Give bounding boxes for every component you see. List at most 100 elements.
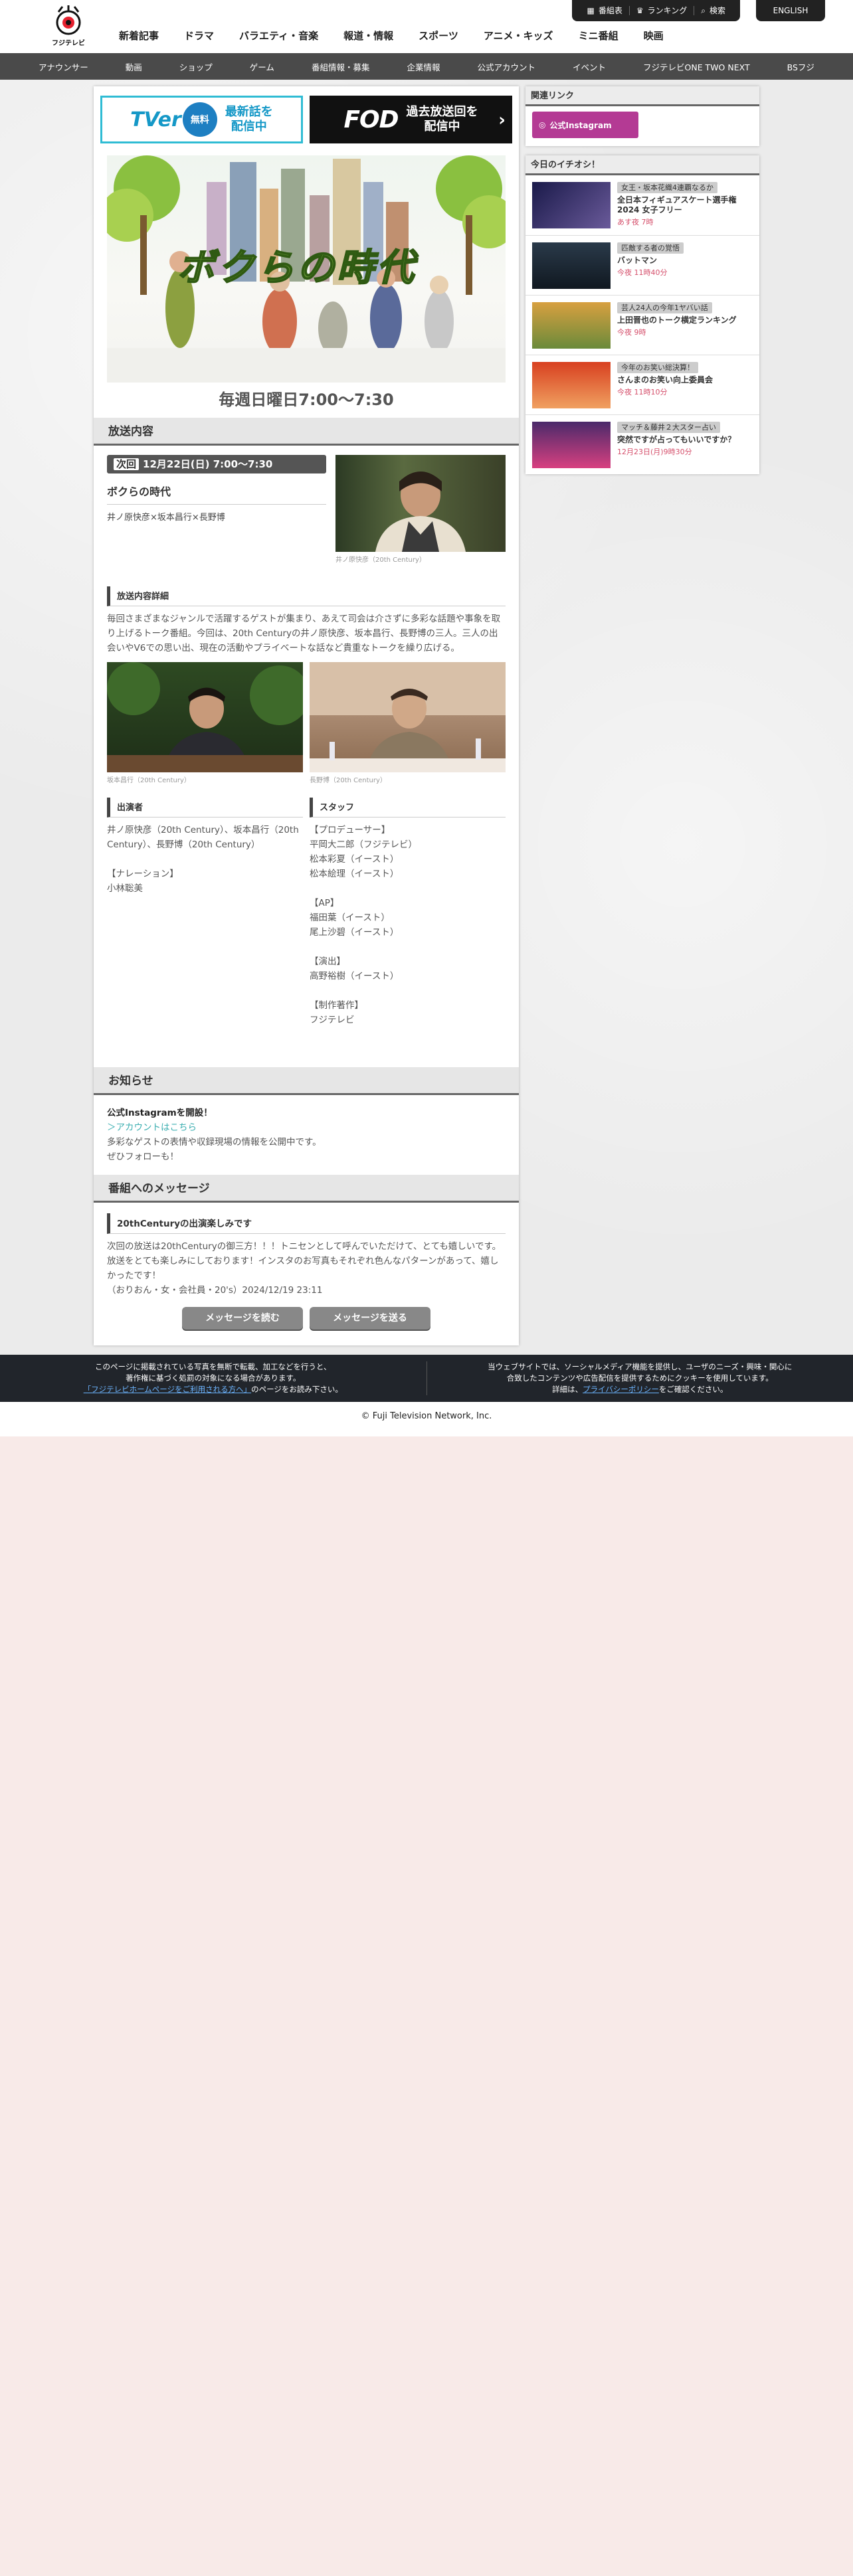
pick-title: バットマン [617, 256, 753, 266]
staff-heading: スタッフ [310, 798, 506, 817]
subnav-program-info[interactable]: 番組情報・募集 [312, 60, 370, 73]
footer-right-line1: 当ウェブサイトでは、ソーシャルメディア機能を提供し、ユーザのニーズ・興味・関心に [488, 1362, 792, 1371]
pick-item[interactable]: 女王・坂本花織4連覇なるか 全日本フィギュアスケート選手権2024 女子フリー … [525, 175, 759, 235]
credits: 出演者 井ノ原快彦（20th Century）、坂本昌行（20th Centur… [107, 798, 506, 1027]
cookie-notice: 当ウェブサイトでは、ソーシャルメディア機能を提供し、ユーザのニーズ・興味・関心に… [427, 1361, 853, 1395]
instagram-account-link[interactable]: ＞アカウントはこちら [107, 1122, 197, 1133]
spacer [94, 1027, 519, 1067]
terms-link[interactable]: 「フジテレビホームページをご利用される方へ」 [84, 1385, 251, 1394]
pick-tag: マッチ＆藤井２大スター占い [617, 422, 720, 433]
message-title: 20thCenturyの出演楽しみです [107, 1213, 506, 1234]
news-title: 公式Instagramを開設！ [107, 1106, 506, 1120]
message-body: 次回の放送は20thCenturyの御三方！！！トニセンとして呼んでいただけて、… [107, 1239, 506, 1298]
main-column: TVer 無料 最新話を 配信中 FOD 過去放送回を 配信中 › [94, 86, 519, 1345]
footer-right-line2: 合致したコンテンツや広告配信を提供するためにクッキーを使用しています。 [507, 1373, 773, 1383]
search-link[interactable]: ⌕ 検索 [694, 6, 732, 15]
pick-thumbnail [532, 422, 611, 468]
footer-left-line3: のページをお読み下さい。 [251, 1385, 343, 1394]
message-buttons: メッセージを読む メッセージを送る [94, 1298, 519, 1345]
fod-text-line2: 配信中 [425, 120, 460, 133]
news-line1: 多彩なゲストの表情や収録現場の情報を公開中です。 [107, 1135, 506, 1150]
cast-body: 井ノ原快彦（20th Century）、坂本昌行（20th Century）、長… [107, 817, 303, 896]
episode-title: ボクらの時代 [107, 473, 326, 505]
pick-item[interactable]: 今年のお笑い総決算！ さんまのお笑い向上委員会 今夜 11時10分 [525, 355, 759, 414]
subnav-accounts[interactable]: 公式アカウント [477, 60, 535, 73]
episode-date: 次回12月22日(日) 7:00〜7:30 [107, 455, 326, 473]
fod-banner[interactable]: FOD 過去放送回を 配信中 › [310, 96, 512, 143]
pick-thumbnail [532, 362, 611, 408]
pick-info: 今年のお笑い総決算！ さんまのお笑い向上委員会 今夜 11時10分 [617, 362, 753, 408]
person-image [335, 455, 506, 552]
footer-right-line3a: 詳細は、 [552, 1385, 583, 1394]
pick-time: あす夜 7時 [617, 216, 753, 227]
instagram-label: 公式Instagram [549, 120, 611, 131]
subnav-shop[interactable]: ショップ [179, 60, 213, 73]
crown-icon: ♛ [636, 6, 644, 15]
pick-info: マッチ＆藤井２大スター占い 突然ですが占ってもいいですか？ 12月23日(月)9… [617, 422, 753, 468]
nav-mini[interactable]: ミニ番組 [566, 27, 631, 45]
subnav-game[interactable]: ゲーム [250, 60, 274, 73]
tver-logo: TVer [130, 108, 181, 131]
pick-thumbnail [532, 302, 611, 349]
schedule-label: 番組表 [599, 6, 622, 15]
read-messages-button[interactable]: メッセージを読む [182, 1307, 303, 1330]
photo-caption: 井ノ原快彦（20th Century） [335, 554, 506, 564]
tver-text-line2: 配信中 [231, 120, 267, 133]
tver-banner[interactable]: TVer 無料 最新話を 配信中 [100, 96, 303, 143]
english-button[interactable]: ENGLISH [756, 0, 825, 21]
send-message-button[interactable]: メッセージを送る [310, 1307, 430, 1330]
pick-title: さんまのお笑い向上委員会 [617, 375, 753, 385]
sidebar: 関連リンク ◎ 公式Instagram 今日のイチオシ！ 女王・坂本花織4連覇な… [525, 86, 759, 483]
site-footer: このページに掲載されている写真を無断で転載、加工などを行うと、 著作権に基づく処… [0, 1355, 853, 1436]
nav-news[interactable]: 報道・情報 [331, 27, 406, 45]
next-episode: 次回12月22日(日) 7:00〜7:30 ボクらの時代 井ノ原快彦×坂本昌行×… [94, 446, 519, 564]
schedule-link[interactable]: ▦ 番組表 [580, 6, 628, 15]
show-logo-title: ボクらの時代 [177, 238, 417, 292]
fod-logo: FOD [343, 106, 398, 133]
pick-tag: 女王・坂本花織4連覇なるか [617, 182, 717, 193]
fuji-eye-icon [53, 5, 84, 36]
subnav-bs-fuji[interactable]: BSフジ [787, 60, 814, 73]
guest-photo-inohara [335, 455, 506, 552]
pick-info: 匹敵する者の覚悟 バットマン 今夜 11時40分 [617, 242, 753, 288]
subnav-corporate[interactable]: 企業情報 [407, 60, 440, 73]
pick-time: 今夜 11時40分 [617, 267, 753, 278]
nav-sports[interactable]: スポーツ [406, 27, 471, 45]
related-heading: 関連リンク [525, 86, 759, 106]
photo-nagano-wrap: 長野博（20th Century） [310, 662, 506, 784]
instagram-button[interactable]: ◎ 公式Instagram [532, 112, 638, 138]
nav-variety[interactable]: バラエティ・音楽 [227, 27, 331, 45]
main-nav: 新着記事 ドラマ バラエティ・音楽 報道・情報 スポーツ アニメ・キッズ ミニ番… [106, 27, 676, 45]
fuji-tv-logo[interactable]: フジテレビ [47, 5, 90, 49]
fod-text: 過去放送回を 配信中 [407, 105, 478, 134]
pickup-heading: 今日のイチオシ！ [525, 155, 759, 175]
footer-left-line1: このページに掲載されている写真を無断で転載、加工などを行うと、 [95, 1362, 331, 1371]
page-background [0, 1436, 853, 2576]
copyright-notice: このページに掲載されている写真を無断で転載、加工などを行うと、 著作権に基づく処… [0, 1361, 427, 1395]
staff-credits: スタッフ 【プロデューサー】 平岡大二郎（フジテレビ） 松本彩夏（イースト） 松… [310, 798, 506, 1027]
subnav-video[interactable]: 動画 [126, 60, 142, 73]
photo-sakamoto-wrap: 坂本昌行（20th Century） [107, 662, 303, 784]
caption-sakamoto: 坂本昌行（20th Century） [107, 774, 303, 784]
pick-item[interactable]: マッチ＆藤井２大スター占い 突然ですが占ってもいいですか？ 12月23日(月)9… [525, 414, 759, 474]
guest-photos: 坂本昌行（20th Century） [107, 662, 506, 784]
news-body: 公式Instagramを開設！ ＞アカウントはこちら 多彩なゲストの表情や収録現… [94, 1095, 519, 1175]
message-author: （おりおん・女・会社員・20's）2024/12/19 23:11 [107, 1283, 506, 1298]
pick-item[interactable]: 芸人24人の今年1ヤバい話 上田晋也のトーク横定ランキング 今夜 9時 [525, 295, 759, 355]
nav-movie[interactable]: 映画 [631, 27, 676, 45]
privacy-policy-link[interactable]: プライバシーポリシー [583, 1385, 659, 1394]
footer-right-line3b: をご確認ください。 [659, 1385, 728, 1394]
chevron-right-icon: › [498, 110, 506, 130]
pick-item[interactable]: 匹敵する者の覚悟 バットマン 今夜 11時40分 [525, 235, 759, 295]
subnav-one-two-next[interactable]: フジテレビONE TWO NEXT [643, 60, 750, 73]
ranking-link[interactable]: ♛ ランキング [629, 6, 694, 15]
pick-tag: 今年のお笑い総決算！ [617, 362, 698, 373]
hero-visual: ボクらの時代 [107, 155, 506, 383]
nav-anime[interactable]: アニメ・キッズ [471, 27, 566, 45]
subnav-events[interactable]: イベント [573, 60, 606, 73]
nav-new[interactable]: 新着記事 [106, 27, 171, 45]
guest-photo-nagano [310, 662, 506, 772]
nav-drama[interactable]: ドラマ [171, 27, 227, 45]
footer-notice: このページに掲載されている写真を無断で転載、加工などを行うと、 著作権に基づく処… [0, 1355, 853, 1402]
subnav-announcer[interactable]: アナウンサー [39, 60, 88, 73]
